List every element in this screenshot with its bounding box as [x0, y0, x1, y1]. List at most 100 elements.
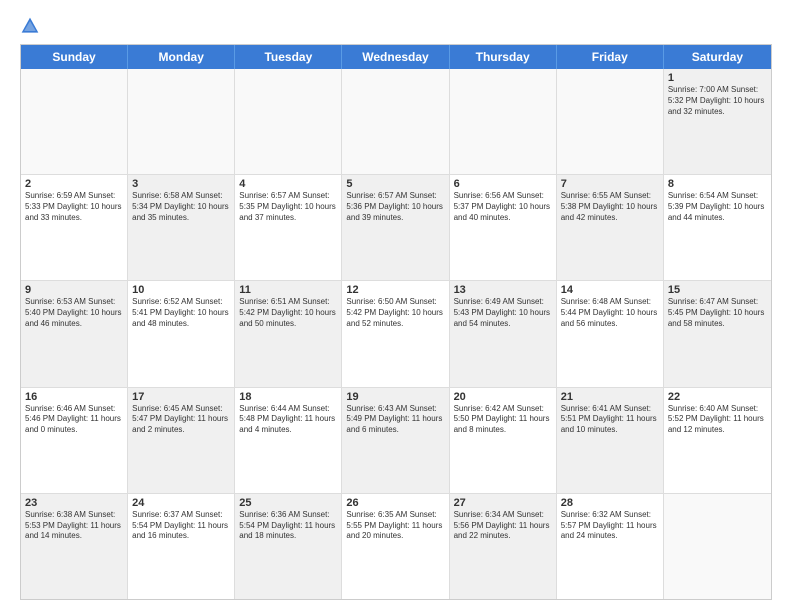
cell-info: Sunrise: 6:58 AM Sunset: 5:34 PM Dayligh…: [132, 191, 230, 223]
cell-info: Sunrise: 6:38 AM Sunset: 5:53 PM Dayligh…: [25, 510, 123, 542]
cell-info: Sunrise: 6:54 AM Sunset: 5:39 PM Dayligh…: [668, 191, 767, 223]
calendar-header-cell-saturday: Saturday: [664, 45, 771, 69]
cell-info: Sunrise: 6:43 AM Sunset: 5:49 PM Dayligh…: [346, 404, 444, 436]
calendar-body: 1Sunrise: 7:00 AM Sunset: 5:32 PM Daylig…: [21, 69, 771, 599]
calendar-cell: 16Sunrise: 6:46 AM Sunset: 5:46 PM Dayli…: [21, 388, 128, 493]
calendar-header-row: SundayMondayTuesdayWednesdayThursdayFrid…: [21, 45, 771, 69]
calendar-header-cell-sunday: Sunday: [21, 45, 128, 69]
calendar-cell: 25Sunrise: 6:36 AM Sunset: 5:54 PM Dayli…: [235, 494, 342, 599]
cell-info: Sunrise: 6:45 AM Sunset: 5:47 PM Dayligh…: [132, 404, 230, 436]
day-number: 27: [454, 497, 552, 509]
day-number: 10: [132, 284, 230, 296]
cell-info: Sunrise: 6:57 AM Sunset: 5:36 PM Dayligh…: [346, 191, 444, 223]
cell-info: Sunrise: 6:52 AM Sunset: 5:41 PM Dayligh…: [132, 297, 230, 329]
calendar-cell: [664, 494, 771, 599]
cell-info: Sunrise: 6:53 AM Sunset: 5:40 PM Dayligh…: [25, 297, 123, 329]
calendar-cell: 12Sunrise: 6:50 AM Sunset: 5:42 PM Dayli…: [342, 281, 449, 386]
day-number: 21: [561, 391, 659, 403]
cell-info: Sunrise: 6:37 AM Sunset: 5:54 PM Dayligh…: [132, 510, 230, 542]
calendar-cell: [235, 69, 342, 174]
day-number: 4: [239, 178, 337, 190]
calendar-cell: 8Sunrise: 6:54 AM Sunset: 5:39 PM Daylig…: [664, 175, 771, 280]
cell-info: Sunrise: 6:55 AM Sunset: 5:38 PM Dayligh…: [561, 191, 659, 223]
calendar-cell: [21, 69, 128, 174]
calendar-cell: [128, 69, 235, 174]
calendar-header-cell-thursday: Thursday: [450, 45, 557, 69]
calendar-cell: 9Sunrise: 6:53 AM Sunset: 5:40 PM Daylig…: [21, 281, 128, 386]
calendar-cell: 10Sunrise: 6:52 AM Sunset: 5:41 PM Dayli…: [128, 281, 235, 386]
day-number: 15: [668, 284, 767, 296]
cell-info: Sunrise: 6:46 AM Sunset: 5:46 PM Dayligh…: [25, 404, 123, 436]
day-number: 19: [346, 391, 444, 403]
cell-info: Sunrise: 6:32 AM Sunset: 5:57 PM Dayligh…: [561, 510, 659, 542]
cell-info: Sunrise: 7:00 AM Sunset: 5:32 PM Dayligh…: [668, 85, 767, 117]
day-number: 18: [239, 391, 337, 403]
calendar-row-4: 23Sunrise: 6:38 AM Sunset: 5:53 PM Dayli…: [21, 494, 771, 599]
cell-info: Sunrise: 6:36 AM Sunset: 5:54 PM Dayligh…: [239, 510, 337, 542]
logo: [20, 16, 44, 36]
cell-info: Sunrise: 6:41 AM Sunset: 5:51 PM Dayligh…: [561, 404, 659, 436]
calendar-cell: 28Sunrise: 6:32 AM Sunset: 5:57 PM Dayli…: [557, 494, 664, 599]
cell-info: Sunrise: 6:44 AM Sunset: 5:48 PM Dayligh…: [239, 404, 337, 436]
calendar-header-cell-monday: Monday: [128, 45, 235, 69]
day-number: 23: [25, 497, 123, 509]
calendar-cell: 27Sunrise: 6:34 AM Sunset: 5:56 PM Dayli…: [450, 494, 557, 599]
day-number: 17: [132, 391, 230, 403]
calendar-header-cell-friday: Friday: [557, 45, 664, 69]
cell-info: Sunrise: 6:34 AM Sunset: 5:56 PM Dayligh…: [454, 510, 552, 542]
calendar-cell: 3Sunrise: 6:58 AM Sunset: 5:34 PM Daylig…: [128, 175, 235, 280]
calendar-cell: 5Sunrise: 6:57 AM Sunset: 5:36 PM Daylig…: [342, 175, 449, 280]
cell-info: Sunrise: 6:56 AM Sunset: 5:37 PM Dayligh…: [454, 191, 552, 223]
day-number: 12: [346, 284, 444, 296]
day-number: 9: [25, 284, 123, 296]
cell-info: Sunrise: 6:59 AM Sunset: 5:33 PM Dayligh…: [25, 191, 123, 223]
calendar-cell: 15Sunrise: 6:47 AM Sunset: 5:45 PM Dayli…: [664, 281, 771, 386]
calendar-cell: 13Sunrise: 6:49 AM Sunset: 5:43 PM Dayli…: [450, 281, 557, 386]
cell-info: Sunrise: 6:40 AM Sunset: 5:52 PM Dayligh…: [668, 404, 767, 436]
cell-info: Sunrise: 6:50 AM Sunset: 5:42 PM Dayligh…: [346, 297, 444, 329]
calendar-cell: 14Sunrise: 6:48 AM Sunset: 5:44 PM Dayli…: [557, 281, 664, 386]
calendar-cell: 7Sunrise: 6:55 AM Sunset: 5:38 PM Daylig…: [557, 175, 664, 280]
calendar-cell: 17Sunrise: 6:45 AM Sunset: 5:47 PM Dayli…: [128, 388, 235, 493]
day-number: 13: [454, 284, 552, 296]
cell-info: Sunrise: 6:35 AM Sunset: 5:55 PM Dayligh…: [346, 510, 444, 542]
page: SundayMondayTuesdayWednesdayThursdayFrid…: [0, 0, 792, 612]
day-number: 20: [454, 391, 552, 403]
logo-icon: [20, 16, 40, 36]
calendar: SundayMondayTuesdayWednesdayThursdayFrid…: [20, 44, 772, 600]
cell-info: Sunrise: 6:49 AM Sunset: 5:43 PM Dayligh…: [454, 297, 552, 329]
cell-info: Sunrise: 6:48 AM Sunset: 5:44 PM Dayligh…: [561, 297, 659, 329]
calendar-cell: [342, 69, 449, 174]
calendar-cell: [450, 69, 557, 174]
day-number: 8: [668, 178, 767, 190]
day-number: 14: [561, 284, 659, 296]
calendar-row-3: 16Sunrise: 6:46 AM Sunset: 5:46 PM Dayli…: [21, 388, 771, 494]
calendar-cell: 21Sunrise: 6:41 AM Sunset: 5:51 PM Dayli…: [557, 388, 664, 493]
day-number: 7: [561, 178, 659, 190]
calendar-header-cell-wednesday: Wednesday: [342, 45, 449, 69]
calendar-cell: 2Sunrise: 6:59 AM Sunset: 5:33 PM Daylig…: [21, 175, 128, 280]
cell-info: Sunrise: 6:42 AM Sunset: 5:50 PM Dayligh…: [454, 404, 552, 436]
day-number: 16: [25, 391, 123, 403]
header: [20, 16, 772, 36]
day-number: 25: [239, 497, 337, 509]
cell-info: Sunrise: 6:47 AM Sunset: 5:45 PM Dayligh…: [668, 297, 767, 329]
day-number: 6: [454, 178, 552, 190]
day-number: 24: [132, 497, 230, 509]
calendar-cell: 6Sunrise: 6:56 AM Sunset: 5:37 PM Daylig…: [450, 175, 557, 280]
calendar-row-2: 9Sunrise: 6:53 AM Sunset: 5:40 PM Daylig…: [21, 281, 771, 387]
calendar-cell: 26Sunrise: 6:35 AM Sunset: 5:55 PM Dayli…: [342, 494, 449, 599]
calendar-cell: 18Sunrise: 6:44 AM Sunset: 5:48 PM Dayli…: [235, 388, 342, 493]
calendar-cell: 1Sunrise: 7:00 AM Sunset: 5:32 PM Daylig…: [664, 69, 771, 174]
day-number: 26: [346, 497, 444, 509]
calendar-cell: 20Sunrise: 6:42 AM Sunset: 5:50 PM Dayli…: [450, 388, 557, 493]
calendar-cell: 22Sunrise: 6:40 AM Sunset: 5:52 PM Dayli…: [664, 388, 771, 493]
calendar-cell: 4Sunrise: 6:57 AM Sunset: 5:35 PM Daylig…: [235, 175, 342, 280]
calendar-row-0: 1Sunrise: 7:00 AM Sunset: 5:32 PM Daylig…: [21, 69, 771, 175]
calendar-cell: [557, 69, 664, 174]
calendar-cell: 23Sunrise: 6:38 AM Sunset: 5:53 PM Dayli…: [21, 494, 128, 599]
calendar-cell: 11Sunrise: 6:51 AM Sunset: 5:42 PM Dayli…: [235, 281, 342, 386]
calendar-cell: 24Sunrise: 6:37 AM Sunset: 5:54 PM Dayli…: [128, 494, 235, 599]
day-number: 22: [668, 391, 767, 403]
day-number: 1: [668, 72, 767, 84]
